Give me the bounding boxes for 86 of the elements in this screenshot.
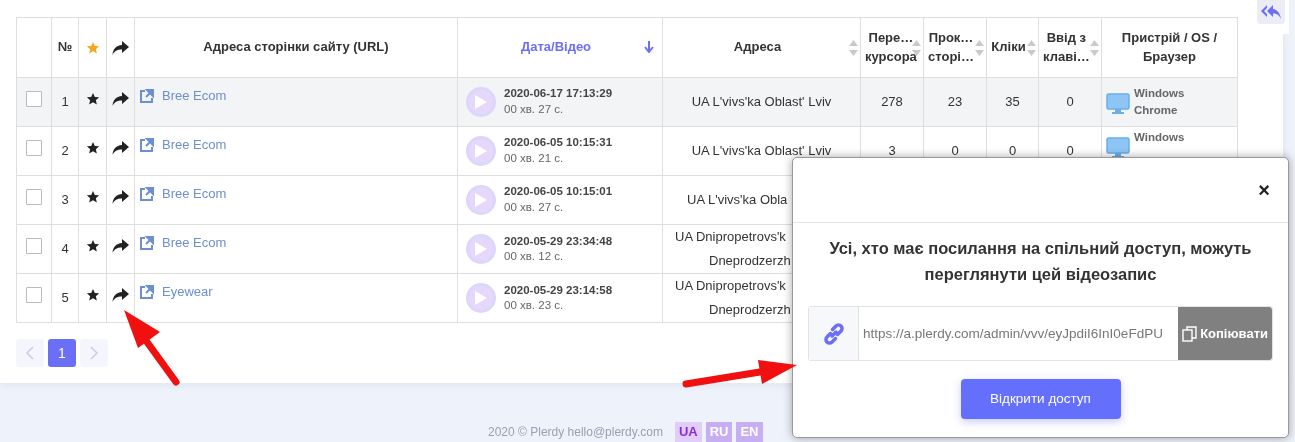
share-button[interactable]: [112, 141, 129, 156]
monitor-icon: [1106, 93, 1130, 116]
share-button[interactable]: [112, 288, 129, 303]
column-header[interactable]: Адреса: [733, 38, 782, 57]
session-date: 2020-06-05 10:15:31: [504, 135, 613, 151]
session-duration: 00 хв. 21 с.: [504, 151, 565, 166]
star-button[interactable]: [85, 239, 100, 254]
copy-icon: [1182, 325, 1198, 342]
page-link[interactable]: Bree Ecom: [162, 233, 227, 253]
play-icon: [475, 291, 487, 306]
column-header: Пристрій / OS / Браузер: [1121, 28, 1218, 66]
share-link-field[interactable]: https://a.plerdy.com/admin/vvv/eyJpdiI6InI0eFdPU Копіювати: [808, 306, 1273, 362]
external-link-icon[interactable]: [139, 235, 154, 251]
column-header[interactable]: Дата/Відео: [520, 38, 592, 57]
page-link[interactable]: Bree Ecom: [162, 184, 227, 204]
metric-value: 0: [1008, 143, 1017, 159]
share-button[interactable]: [112, 190, 129, 205]
chevron-left-icon: [26, 346, 34, 361]
play-icon: [475, 193, 487, 207]
session-duration: 00 хв. 27 с.: [504, 102, 565, 117]
star-button[interactable]: [85, 288, 100, 303]
location-text: UA L'vivs'ka Oblast' Lviv: [691, 142, 832, 158]
page-link[interactable]: Bree Ecom: [162, 135, 227, 155]
play-icon: [475, 144, 487, 158]
play-icon: [475, 95, 487, 109]
row-checkbox[interactable]: [26, 140, 42, 157]
session-date: 2020-06-05 10:15:01: [504, 184, 613, 200]
sort-descending-icon[interactable]: [644, 41, 654, 53]
session-date: 2020-05-29 23:34:48: [504, 233, 613, 249]
device-text: Windows: [1134, 130, 1185, 145]
star-icon: [85, 40, 100, 55]
page-link[interactable]: Bree Ecom: [162, 86, 227, 106]
page-button[interactable]: 1: [48, 339, 76, 368]
metric-value: 0: [1066, 143, 1074, 159]
external-link-icon[interactable]: [139, 88, 154, 104]
star-button[interactable]: [85, 141, 100, 156]
row-checkbox[interactable]: [26, 238, 42, 255]
location-text: Dneprodzerzh: [709, 302, 791, 318]
footer-text: 2020 © Plerdy hello@plerdy.com: [488, 424, 663, 442]
column-header: Адреса сторінки сайту (URL): [203, 38, 389, 57]
copy-button[interactable]: Копіювати: [1178, 307, 1272, 361]
metric-value: 278: [881, 94, 903, 110]
metric-value: 0: [951, 143, 959, 159]
row-checkbox[interactable]: [26, 189, 42, 206]
star-button[interactable]: [85, 92, 100, 107]
monitor-icon: [1106, 137, 1130, 159]
location-text: Dneprodzerzh: [709, 253, 791, 269]
sort-icon[interactable]: [912, 40, 921, 56]
metric-value: 3: [888, 143, 896, 159]
session-duration: 00 хв. 27 с.: [504, 200, 565, 215]
location-text: UA Dnipropetrovs'k: [675, 229, 786, 244]
share-access-button[interactable]: Відкрити доступ: [960, 379, 1121, 420]
row-number: 3: [61, 192, 69, 208]
device-text: Windows: [1134, 86, 1185, 102]
session-date: 2020-05-29 23:14:58: [504, 282, 613, 298]
dialog-message: Усі, хто має посилання на спільний доступ, можуть переглянути цей відеозапис: [828, 238, 1253, 285]
external-link-icon[interactable]: [139, 137, 154, 153]
external-link-icon[interactable]: [139, 284, 154, 300]
share-button[interactable]: [112, 92, 129, 107]
location-text: UA L'vivs'ka Obla: [687, 191, 788, 207]
reply-all-icon: [1260, 4, 1281, 20]
session-duration: 00 хв. 23 с.: [504, 298, 565, 314]
location-text: UA L'vivs'ka Oblast' Lviv: [691, 93, 832, 109]
star-button[interactable]: [85, 190, 100, 205]
row-number: 1: [61, 94, 69, 110]
external-link-icon[interactable]: [139, 186, 154, 202]
row-checkbox[interactable]: [26, 91, 42, 108]
play-icon: [475, 242, 487, 257]
row-number: 2: [61, 143, 69, 159]
session-duration: 00 хв. 12 с.: [504, 249, 565, 265]
metric-value: 35: [1005, 94, 1020, 110]
chevron-right-icon: [90, 346, 98, 361]
share-button[interactable]: [112, 239, 129, 254]
page-link[interactable]: Eyewear: [162, 282, 213, 302]
location-text: UA Dnipropetrovs'k: [675, 278, 786, 294]
share-icon: [112, 40, 129, 55]
device-text: Chrome: [1134, 103, 1179, 118]
row-checkbox[interactable]: [26, 287, 42, 304]
column-header: №: [57, 38, 73, 57]
session-date: 2020-06-17 17:13:29: [504, 86, 613, 102]
close-button[interactable]: ×: [1254, 180, 1274, 200]
row-number: 4: [61, 241, 69, 257]
metric-value: 23: [947, 94, 963, 110]
language-link[interactable]: UA: [674, 422, 702, 442]
row-number: 5: [61, 290, 69, 306]
metric-value: 0: [1066, 94, 1074, 110]
